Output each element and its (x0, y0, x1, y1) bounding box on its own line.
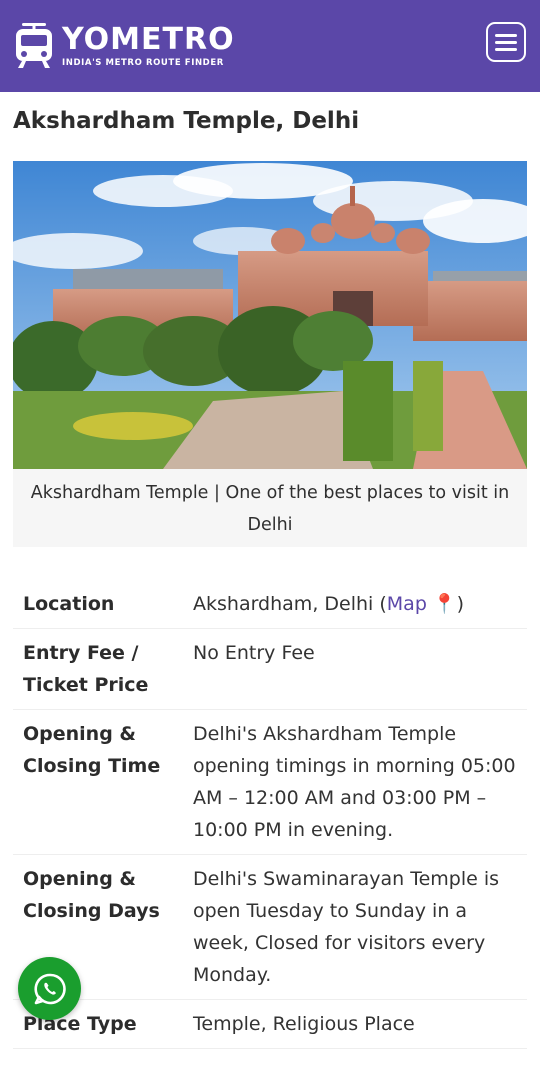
info-row-entry-fee: Entry Fee / Ticket Price No Entry Fee (13, 629, 527, 710)
whatsapp-icon (33, 973, 66, 1004)
map-link[interactable]: Map 📍 (387, 593, 457, 615)
hamburger-menu-button[interactable] (486, 22, 526, 62)
info-value: Delhi's Swaminarayan Temple is open Tues… (193, 868, 500, 986)
photo-caption: Akshardham Temple | One of the best plac… (30, 483, 510, 535)
info-row-location: Location Akshardham, Delhi (Map 📍) (13, 580, 527, 629)
hamburger-menu-icon (495, 33, 517, 37)
place-figure: Akshardham Temple | One of the best plac… (13, 161, 527, 547)
info-label: Entry Fee / Ticket Price (23, 642, 149, 696)
brand-logo[interactable]: YOMETRO INDIA'S METRO ROUTE FINDER (14, 23, 235, 69)
brand-name: YOMETRO (62, 22, 235, 57)
place-info-table: Location Akshardham, Delhi (Map 📍) Entry… (13, 580, 527, 1049)
info-value: Delhi's Akshardham Temple opening timing… (193, 723, 516, 841)
whatsapp-chat-button[interactable] (18, 957, 81, 1020)
brand-tagline: INDIA'S METRO ROUTE FINDER (62, 58, 224, 68)
info-label: Opening & Closing Time (23, 723, 161, 777)
info-row-opening-time: Opening & Closing Time Delhi's Akshardha… (13, 710, 527, 855)
akshardham-temple-photo (13, 161, 527, 469)
info-label: Location (23, 593, 115, 615)
info-value: No Entry Fee (193, 642, 315, 664)
info-value: Temple, Religious Place (193, 1013, 415, 1035)
info-value: Akshardham, Delhi (Map 📍) (193, 593, 464, 615)
info-row-place-type: Place Type Temple, Religious Place (13, 1000, 527, 1049)
metro-train-icon (16, 23, 52, 68)
top-header: YOMETRO INDIA'S METRO ROUTE FINDER (0, 0, 540, 92)
page-title: Akshardham Temple, Delhi (13, 108, 360, 134)
info-row-opening-days: Opening & Closing Days Delhi's Swaminara… (13, 855, 527, 1000)
